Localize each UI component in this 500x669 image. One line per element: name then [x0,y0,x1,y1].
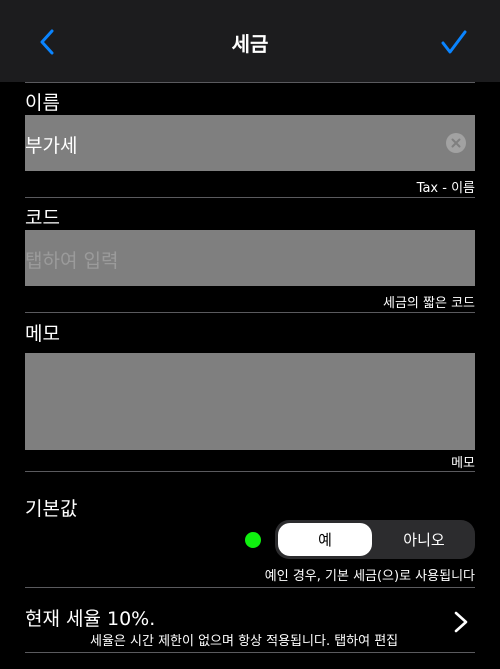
status-indicator [245,532,261,548]
memo-hint: 메모 [451,456,475,471]
clear-button[interactable] [446,133,466,153]
code-hint: 세금의 짧은 코드 [383,296,475,311]
segment-no[interactable]: 아니오 [376,523,472,556]
section-divider [25,312,475,313]
memo-field[interactable] [25,353,475,450]
memo-label: 메모 [25,323,60,345]
tax-rate-subtitle: 세율은 시간 제한이 없으며 항상 적용됩니다. 탭하여 편집 [90,634,399,649]
code-label: 코드 [25,207,60,229]
name-field[interactable]: 부가세 [25,115,475,171]
chevron-right-icon [454,611,468,633]
section-divider [25,197,475,198]
section-divider [25,652,475,653]
name-label: 이름 [25,92,60,114]
section-divider [25,471,475,472]
section-divider [25,82,475,83]
tax-rate-title: 현재 세율 10%. [25,608,156,630]
default-label: 기본값 [25,498,78,520]
segment-yes[interactable]: 예 [278,523,372,556]
tax-rate-row[interactable]: 현재 세율 10%. 세율은 시간 제한이 없으며 항상 적용됩니다. 탭하여 … [0,590,500,652]
done-button[interactable] [434,24,474,60]
code-field[interactable]: 탭하여 입력 [25,230,475,286]
default-segmented-control[interactable]: 예 아니오 [275,520,475,559]
name-field-value: 부가세 [25,135,78,157]
checkmark-icon [441,30,467,54]
code-field-placeholder: 탭하여 입력 [25,250,119,272]
navigation-bar: 세금 [0,0,500,82]
section-divider [25,587,475,588]
name-hint: Tax - 이름 [416,181,475,196]
page-title: 세금 [231,32,269,56]
default-hint: 예인 경우, 기본 세금(으)로 사용됩니다 [264,569,475,584]
clear-icon [451,138,461,148]
